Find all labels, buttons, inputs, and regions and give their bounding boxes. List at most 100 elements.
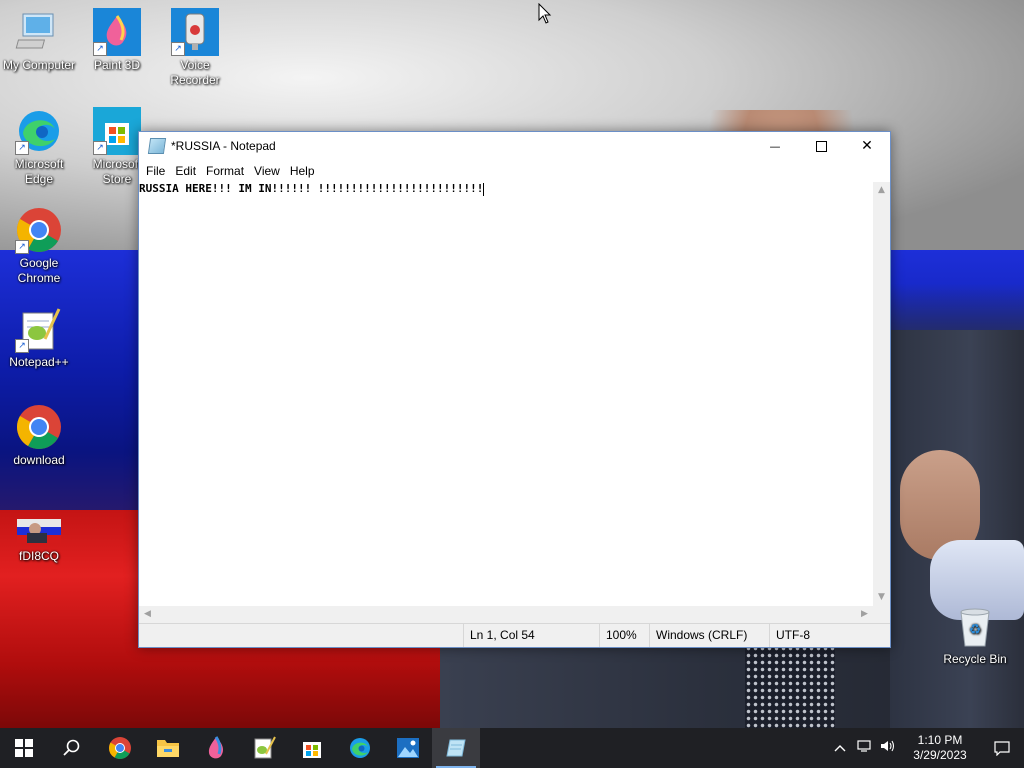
status-bar: Ln 1, Col 54 100% Windows (CRLF) UTF-8: [139, 623, 890, 647]
chrome-icon: [15, 403, 63, 451]
notepad-icon: [446, 739, 466, 757]
status-zoom: 100%: [599, 624, 649, 647]
minimize-icon: —: [769, 139, 781, 153]
shortcut-arrow-icon: ↗: [171, 42, 185, 56]
desktop-icon-label: fDI8CQ: [18, 549, 59, 563]
recycle-bin-icon: ♻: [951, 602, 999, 650]
volume-icon[interactable]: [876, 739, 900, 757]
paint3d-icon: [208, 736, 224, 759]
desktop-icon-paint-3d[interactable]: ↗ Paint 3D: [79, 8, 155, 73]
edge-icon: [350, 738, 370, 758]
desktop-icon-label: download: [13, 453, 65, 467]
desktop-icon-label: Microsoft Edge: [14, 157, 64, 186]
taskbar-store[interactable]: [288, 728, 336, 768]
taskbar-notepad[interactable]: [432, 728, 480, 768]
search-button[interactable]: [48, 728, 96, 768]
notepad-app-icon: [147, 138, 167, 154]
scroll-up-icon[interactable]: ▲: [873, 182, 890, 199]
scroll-down-icon[interactable]: ▼: [873, 589, 890, 606]
desktop-icon-label: Microsoft Store: [92, 157, 142, 186]
taskbar-chrome[interactable]: [96, 728, 144, 768]
chrome-icon: ↗: [15, 206, 63, 254]
menu-bar: File Edit Format View Help: [139, 160, 890, 182]
clock[interactable]: 1:10 PM 3/29/2023: [900, 733, 980, 763]
maximize-icon: [815, 140, 827, 152]
mouse-cursor-icon: [538, 3, 552, 24]
desktop-icon-label: Voice Recorder: [170, 58, 220, 87]
desktop-icon-label: Google Chrome: [17, 256, 61, 285]
windows-logo-icon: [15, 739, 33, 757]
scrollbar-corner: [873, 606, 890, 623]
image-thumbnail-icon: [15, 515, 63, 547]
menu-help[interactable]: Help: [285, 164, 320, 178]
notepadpp-icon: ↗: [15, 305, 63, 353]
notification-icon: [994, 741, 1010, 756]
status-position: Ln 1, Col 54: [463, 624, 599, 647]
taskbar: 1:10 PM 3/29/2023: [0, 728, 1024, 768]
text-caret: [483, 182, 485, 196]
shortcut-arrow-icon: ↗: [93, 42, 107, 56]
menu-format[interactable]: Format: [201, 164, 249, 178]
paint3d-icon: ↗: [93, 8, 141, 56]
store-icon: [303, 742, 321, 758]
close-button[interactable]: ✕: [844, 132, 890, 160]
desktop-icon-label: Recycle Bin: [943, 652, 1007, 666]
desktop-icon-microsoft-edge[interactable]: ↗ Microsoft Edge: [1, 107, 77, 187]
wallpaper-tie: [745, 645, 835, 728]
maximize-button[interactable]: [798, 132, 844, 160]
network-icon[interactable]: [852, 739, 876, 757]
search-icon: [63, 739, 80, 756]
taskbar-file-explorer[interactable]: [144, 728, 192, 768]
voice-recorder-icon: ↗: [171, 8, 219, 56]
horizontal-scrollbar[interactable]: ◀ ▶: [139, 606, 873, 623]
vertical-scrollbar[interactable]: ▲ ▼: [873, 182, 890, 606]
desktop-icon-google-chrome[interactable]: ↗ Google Chrome: [1, 206, 77, 286]
minimize-button[interactable]: —: [752, 132, 798, 160]
start-button[interactable]: [0, 728, 48, 768]
shortcut-arrow-icon: ↗: [15, 339, 29, 353]
desktop-icon-label: Notepad++: [9, 355, 69, 369]
menu-edit[interactable]: Edit: [170, 164, 201, 178]
text-editor[interactable]: RUSSIA HERE!!! IM IN!!!!!! !!!!!!!!!!!!!…: [139, 182, 873, 605]
notification-center-button[interactable]: [980, 728, 1024, 768]
shortcut-arrow-icon: ↗: [15, 141, 29, 155]
menu-file[interactable]: File: [141, 164, 170, 178]
desktop-icon-label: My Computer: [2, 58, 76, 72]
system-tray: 1:10 PM 3/29/2023: [828, 728, 1024, 768]
shortcut-arrow-icon: ↗: [93, 141, 107, 155]
scroll-right-icon[interactable]: ▶: [856, 606, 873, 623]
desktop-icon-download[interactable]: download: [1, 403, 77, 468]
shortcut-arrow-icon: ↗: [15, 240, 29, 254]
desktop-icon-label: Paint 3D: [93, 58, 141, 72]
clock-date: 3/29/2023: [913, 748, 967, 762]
notepad-window[interactable]: *RUSSIA - Notepad — ✕ File Edit Format V…: [138, 131, 891, 648]
chrome-icon: [109, 737, 131, 759]
status-encoding: UTF-8: [769, 624, 890, 647]
menu-view[interactable]: View: [249, 164, 285, 178]
desktop-icon-fdi8cq[interactable]: fDI8CQ: [1, 515, 77, 564]
editor-area[interactable]: RUSSIA HERE!!! IM IN!!!!!! !!!!!!!!!!!!!…: [139, 182, 890, 623]
photos-icon: [397, 738, 419, 758]
taskbar-paint3d[interactable]: [192, 728, 240, 768]
status-spacer: [139, 624, 463, 647]
desktop-icon-my-computer[interactable]: My Computer: [1, 8, 77, 73]
taskbar-notepadpp[interactable]: [240, 728, 288, 768]
scroll-left-icon[interactable]: ◀: [139, 606, 156, 623]
status-line-endings: Windows (CRLF): [649, 624, 769, 647]
close-icon: ✕: [861, 138, 873, 154]
window-title: *RUSSIA - Notepad: [171, 139, 276, 153]
editor-text: RUSSIA HERE!!! IM IN!!!!!! !!!!!!!!!!!!!…: [139, 182, 484, 195]
store-icon: ↗: [93, 107, 141, 155]
desktop-icon-recycle-bin[interactable]: ♻ Recycle Bin: [937, 602, 1013, 667]
computer-icon: [15, 8, 63, 56]
taskbar-edge[interactable]: [336, 728, 384, 768]
svg-text:♻: ♻: [969, 621, 982, 637]
notepadpp-icon: [254, 736, 276, 759]
taskbar-photos[interactable]: [384, 728, 432, 768]
show-hidden-icons-icon[interactable]: [828, 741, 852, 756]
desktop-icon-notepad-plus-plus[interactable]: ↗ Notepad++: [1, 305, 77, 370]
desktop-icon-voice-recorder[interactable]: ↗ Voice Recorder: [157, 8, 233, 88]
clock-time: 1:10 PM: [917, 733, 963, 747]
title-bar[interactable]: *RUSSIA - Notepad — ✕: [139, 132, 890, 160]
edge-icon: ↗: [15, 107, 63, 155]
